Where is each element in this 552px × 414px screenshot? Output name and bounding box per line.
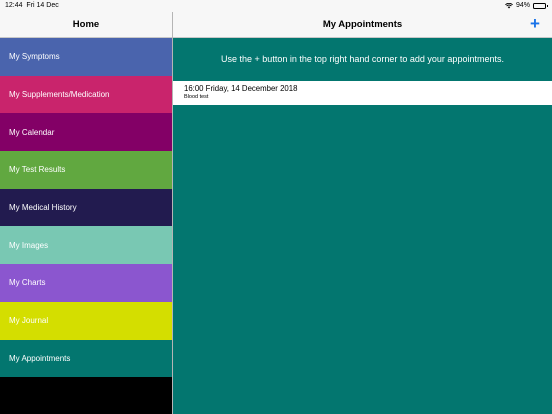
sidebar-item-my-calendar[interactable]: My Calendar (0, 113, 172, 152)
plus-icon: + (530, 14, 540, 33)
sidebar-item-my-supplements-medication[interactable]: My Supplements/Medication (0, 75, 172, 114)
sidebar-list: My Symptoms My Supplements/Medication My C… (0, 38, 172, 378)
status-right: 94% (505, 2, 548, 9)
appointment-row[interactable]: 16:00 Friday, 14 December 2018 Blood test (173, 81, 552, 105)
sidebar-item-my-charts[interactable]: My Charts (0, 264, 172, 302)
page-title: My Appointments (322, 19, 403, 30)
sidebar-item-label: My Medical History (9, 203, 77, 213)
sidebar-item-label: My Charts (9, 278, 46, 288)
appointment-list: 16:00 Friday, 14 December 2018 Blood test (173, 81, 552, 105)
sidebar-item-my-images[interactable]: My Images (0, 226, 172, 265)
date-text: Fri 14 Dec (26, 2, 59, 9)
sidebar: Home My Symptoms My Supplements/Medicatio… (0, 12, 172, 414)
hint-text: Use the + button in the top right hand c… (221, 54, 504, 64)
add-button[interactable]: + (527, 14, 543, 33)
sidebar-item-my-journal[interactable]: My Journal (0, 301, 172, 340)
sidebar-item-label: My Calendar (9, 127, 55, 137)
status-bar: 12:44 Fri 14 Dec 94% (0, 0, 552, 12)
sidebar-item-label: My Journal (9, 316, 49, 326)
main-panel: My Appointments + Use the + button in th… (173, 12, 552, 414)
sidebar-item-my-appointments[interactable]: My Appointments (0, 339, 172, 378)
battery-percent: 94% (515, 2, 530, 9)
sidebar-item-my-symptoms[interactable]: My Symptoms (0, 38, 172, 76)
sidebar-item-label: My Images (9, 240, 49, 250)
sidebar-item-label: My Supplements/Medication (9, 90, 110, 100)
sidebar-header: Home (0, 12, 172, 38)
sidebar-item-label: My Appointments (9, 353, 71, 363)
wifi-icon (505, 2, 513, 8)
appointment-subtitle: Blood test (184, 94, 209, 100)
sidebar-item-label: My Symptoms (9, 52, 60, 62)
sidebar-item-label: My Test Results (9, 165, 66, 175)
battery-icon (533, 2, 548, 9)
time-text: 12:44 (5, 2, 23, 9)
sidebar-item-my-test-results[interactable]: My Test Results (0, 151, 172, 189)
appointment-title: 16:00 Friday, 14 December 2018 (184, 84, 298, 93)
status-time: 12:44 Fri 14 Dec (5, 2, 59, 9)
sidebar-title: Home (72, 19, 100, 30)
main-header: My Appointments + (173, 12, 552, 38)
sidebar-item-my-medical-history[interactable]: My Medical History (0, 188, 172, 227)
